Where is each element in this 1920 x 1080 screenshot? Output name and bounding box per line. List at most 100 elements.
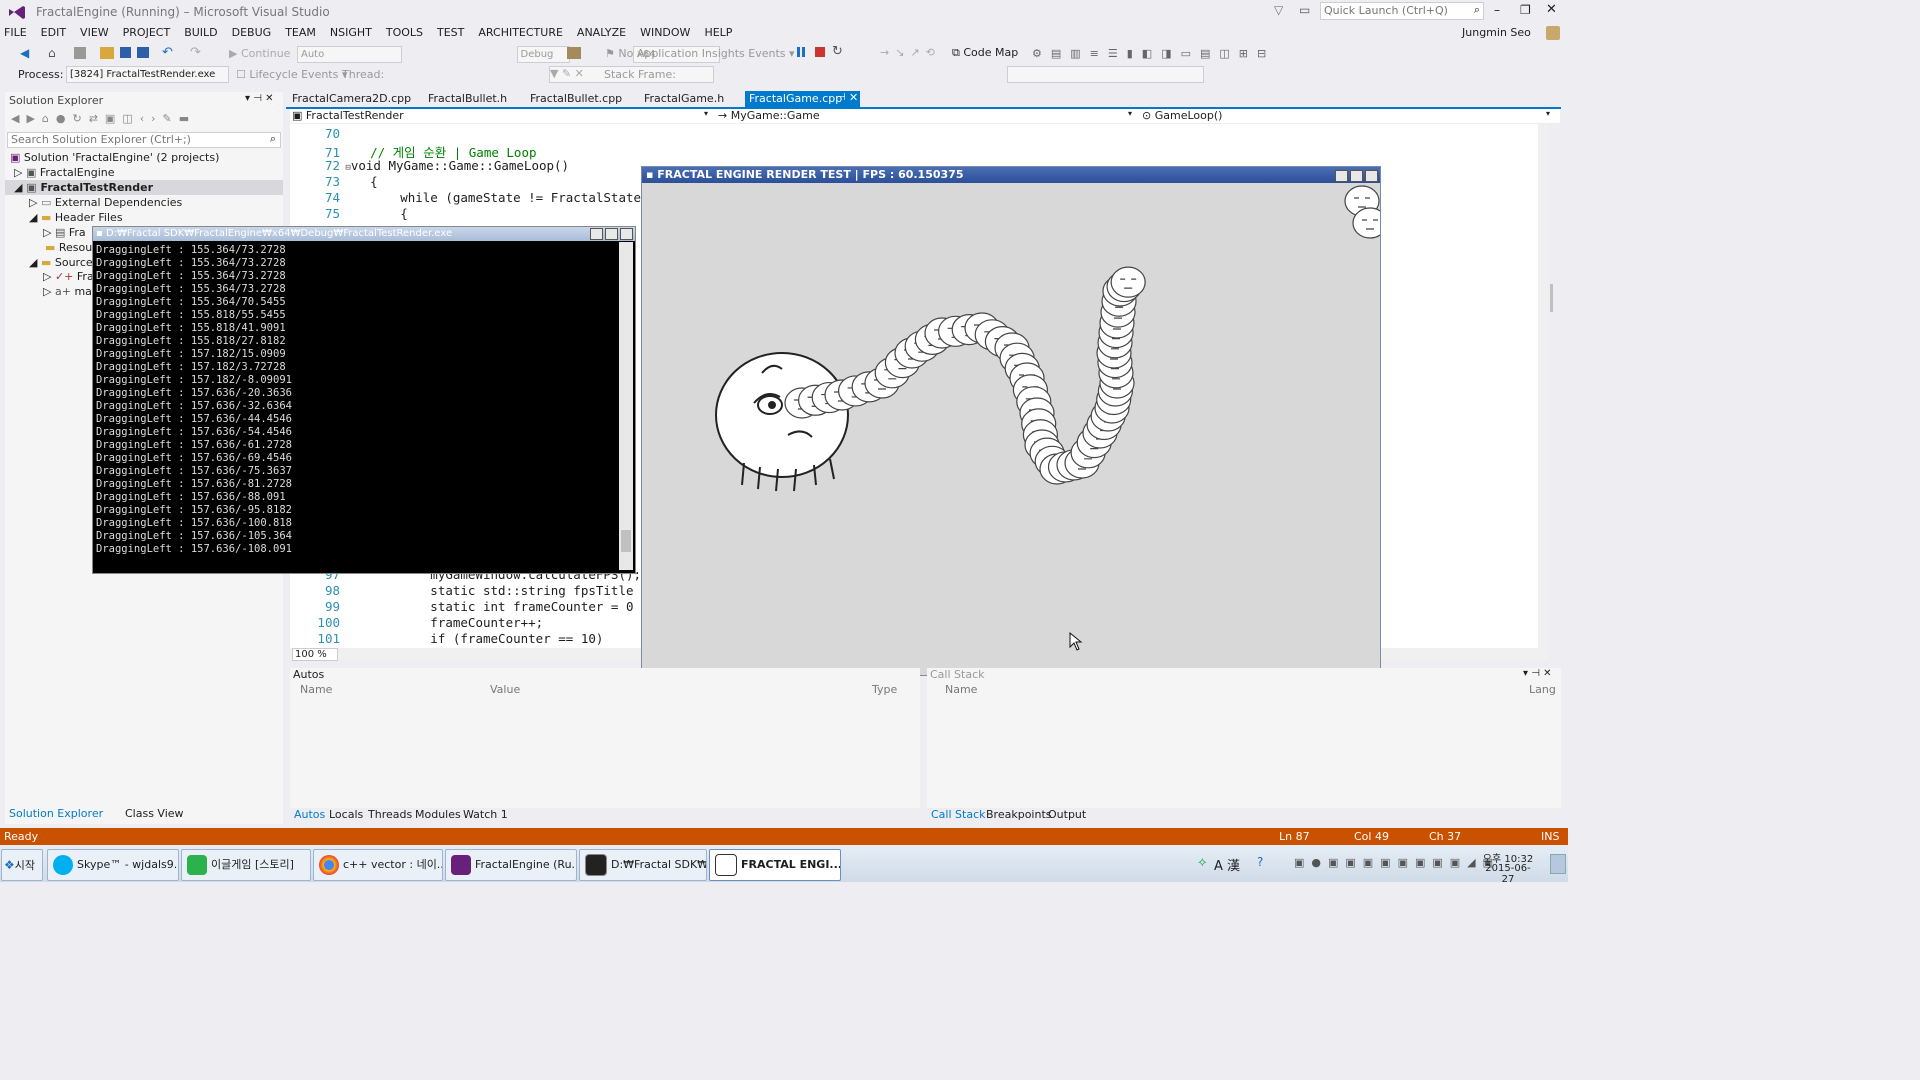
task-visual-studio[interactable]: FractalEngine (Ru... (445, 849, 577, 881)
tab-modules[interactable]: Modules (415, 808, 461, 821)
filter-icon[interactable]: ▽ (1274, 3, 1283, 17)
pin-icon[interactable]: ⊣ (837, 92, 846, 103)
close-tab-icon[interactable]: ✕ (849, 91, 858, 104)
scrollbar-thumb[interactable] (1550, 284, 1553, 312)
nav-member-select[interactable]: ⊙ GameLoop() ▾ (1142, 109, 1554, 122)
collapse-icon[interactable]: ◢ (14, 181, 26, 194)
tree-item-header-files[interactable]: ◢ ▬ Header Files (29, 211, 123, 225)
expand-icon[interactable]: ▷ (14, 166, 26, 179)
menu-build[interactable]: BUILD (177, 24, 224, 42)
solution-search-input[interactable]: Search Solution Explorer (Ctrl+;) (11, 133, 191, 146)
task-chrome[interactable]: c++ vector : 네이... (313, 849, 443, 881)
back-icon[interactable]: ◀ (20, 46, 29, 60)
menu-window[interactable]: WINDOW (633, 24, 697, 42)
task-fractal-engine-active[interactable]: FRACTAL ENGI... (709, 849, 841, 881)
tray-network-icon[interactable]: ⟡ (1198, 855, 1207, 870)
game-render-window[interactable]: ▪ FRACTAL ENGINE RENDER TEST | FPS : 60.… (641, 166, 1381, 676)
tab-watch-1[interactable]: Watch 1 (463, 808, 508, 821)
quick-launch-input[interactable]: Quick Launch (Ctrl+Q) (1324, 4, 1448, 17)
open-folder-icon[interactable] (100, 47, 114, 59)
menu-nsight[interactable]: NSIGHT (323, 24, 379, 42)
tab-fractalbullet-cpp[interactable]: FractalBullet.cpp (524, 92, 628, 106)
menu-analyze[interactable]: ANALYZE (570, 24, 633, 42)
collapse-icon[interactable]: ⊟ (340, 163, 350, 173)
restore-button[interactable]: ❐ (1520, 3, 1531, 17)
vertical-scrollbar[interactable] (1538, 124, 1548, 648)
collapse-icon[interactable]: ◢ (29, 256, 41, 269)
stack-frame-select[interactable] (1007, 66, 1204, 83)
tree-item-source-file-1[interactable]: ▷ ✓+ Fra (43, 270, 94, 284)
nav-class-select[interactable]: → MyGame::Game ▾ (718, 109, 1138, 122)
toolbar-extra-icons[interactable]: ⚙▤▥≡☰▮◧◨▭▤◫⊞⊟ (1032, 47, 1275, 60)
close-button[interactable]: ✕ (1546, 2, 1557, 17)
tab-breakpoints[interactable]: Breakpoints (986, 808, 1052, 821)
filter-thread-icon[interactable]: ▼ ✎ ✕ (550, 67, 584, 80)
insights-dropdown[interactable]: ⚑ No Application Insights Events ▾ (605, 47, 795, 60)
stop-icon[interactable] (815, 47, 825, 57)
process-select[interactable]: [3824] FractalTestRender.exe (66, 66, 229, 83)
menu-architecture[interactable]: ARCHITECTURE (471, 24, 570, 42)
tray-ime-indicator[interactable]: A 漢 (1214, 855, 1240, 874)
tree-item-external-dependencies[interactable]: ▷ ▭ External Dependencies (29, 196, 182, 210)
clock-date[interactable]: 2015-06-27 (1480, 863, 1536, 885)
menu-file[interactable]: FILE (0, 24, 34, 42)
redo-icon[interactable]: ↷ (190, 45, 201, 60)
attach-icon[interactable] (567, 47, 581, 59)
show-desktop-button[interactable] (1550, 854, 1566, 874)
solution-toolbar-icons[interactable]: ◀▶⌂●↻⇄▣◫‹›✎▬ (11, 112, 196, 125)
zoom-select[interactable]: 100 % (292, 648, 338, 661)
expand-icon[interactable]: ▷ (43, 270, 55, 283)
solution-search-box[interactable]: Search Solution Explorer (Ctrl+;) ⌕ (7, 132, 281, 148)
collapse-icon[interactable]: ◢ (29, 211, 41, 224)
restart-icon[interactable]: ↻ (832, 44, 843, 59)
tree-item-header-file[interactable]: ▷ ▤ Fra (43, 226, 86, 240)
scrollbar-thumb[interactable] (621, 530, 631, 552)
column-type[interactable]: Type (872, 683, 897, 696)
panel-options-icon[interactable]: ▾ ⊣ ✕ (245, 93, 273, 104)
menu-help[interactable]: HELP (697, 24, 739, 42)
task-skype[interactable]: Skype™ - wjdals9... (47, 849, 179, 881)
tab-fractalgame-cpp-active[interactable]: FractalGame.cpp ⊣ ✕ (745, 91, 860, 107)
menu-test[interactable]: TEST (430, 24, 471, 42)
tree-item-fractaltestrender[interactable]: ◢ ▣ FractalTestRender (14, 181, 153, 195)
step-icons[interactable]: →↘↗⟲ (880, 46, 941, 59)
column-name[interactable]: Name (300, 683, 332, 696)
tree-item-resource-files[interactable]: ▬ Resou (45, 241, 92, 255)
minimize-button[interactable]: – (1494, 3, 1500, 17)
pause-icon[interactable] (797, 47, 800, 57)
maximize-button[interactable] (1350, 170, 1363, 182)
save-all-icon[interactable] (137, 47, 149, 58)
column-lang[interactable]: Lang (1529, 683, 1556, 696)
code-map-button[interactable]: ⧉ Code Map (952, 46, 1018, 60)
tab-call-stack[interactable]: Call Stack (931, 808, 985, 821)
tab-locals[interactable]: Locals (329, 808, 363, 821)
tab-fractalgame-h[interactable]: FractalGame.h (638, 92, 730, 106)
tree-item-fractalengine[interactable]: ▷ ▣ FractalEngine (14, 166, 115, 180)
close-button[interactable] (1365, 170, 1378, 182)
menu-team[interactable]: TEAM (278, 24, 323, 42)
quick-launch-box[interactable]: Quick Launch (Ctrl+Q) ⌕ (1320, 2, 1484, 20)
lifecycle-events-button[interactable]: ☐ Lifecycle Events ▾ (236, 68, 347, 81)
new-project-icon[interactable] (74, 47, 86, 59)
tab-autos[interactable]: Autos (294, 808, 325, 821)
close-button[interactable] (620, 228, 633, 240)
tab-fractalbullet-h[interactable]: FractalBullet.h (422, 92, 513, 106)
expand-icon[interactable]: ▷ (43, 285, 55, 298)
minimize-button[interactable] (1335, 170, 1348, 182)
render-canvas[interactable] (642, 183, 1380, 675)
start-button[interactable]: ❖시작 (1, 849, 43, 881)
nav-project-select[interactable]: ▣ FractalTestRender ▾ (292, 109, 712, 122)
menu-view[interactable]: VIEW (73, 24, 116, 42)
menu-tools[interactable]: TOOLS (379, 24, 430, 42)
tab-fractalcamera2d-cpp[interactable]: FractalCamera2D.cpp (286, 92, 417, 106)
tree-item-solution[interactable]: ▣ Solution 'FractalEngine' (2 projects) (10, 151, 219, 165)
tray-icons[interactable]: ▣●▣▣▣▣▣▣▣▣◢▣ (1294, 856, 1500, 869)
task-console[interactable]: D:₩Fractal SDK₩... (579, 849, 707, 881)
tree-item-source-files[interactable]: ◢ ▬ Source (29, 256, 93, 270)
help-icon[interactable]: ? (1257, 855, 1263, 869)
panel-options-icon[interactable]: ▾ ⊣ ✕ (1523, 668, 1551, 679)
search-icon[interactable]: ⌕ (270, 132, 276, 146)
console-scrollbar[interactable] (619, 242, 633, 570)
menu-project[interactable]: PROJECT (116, 24, 178, 42)
feedback-icon[interactable]: ▭ (1299, 3, 1310, 17)
